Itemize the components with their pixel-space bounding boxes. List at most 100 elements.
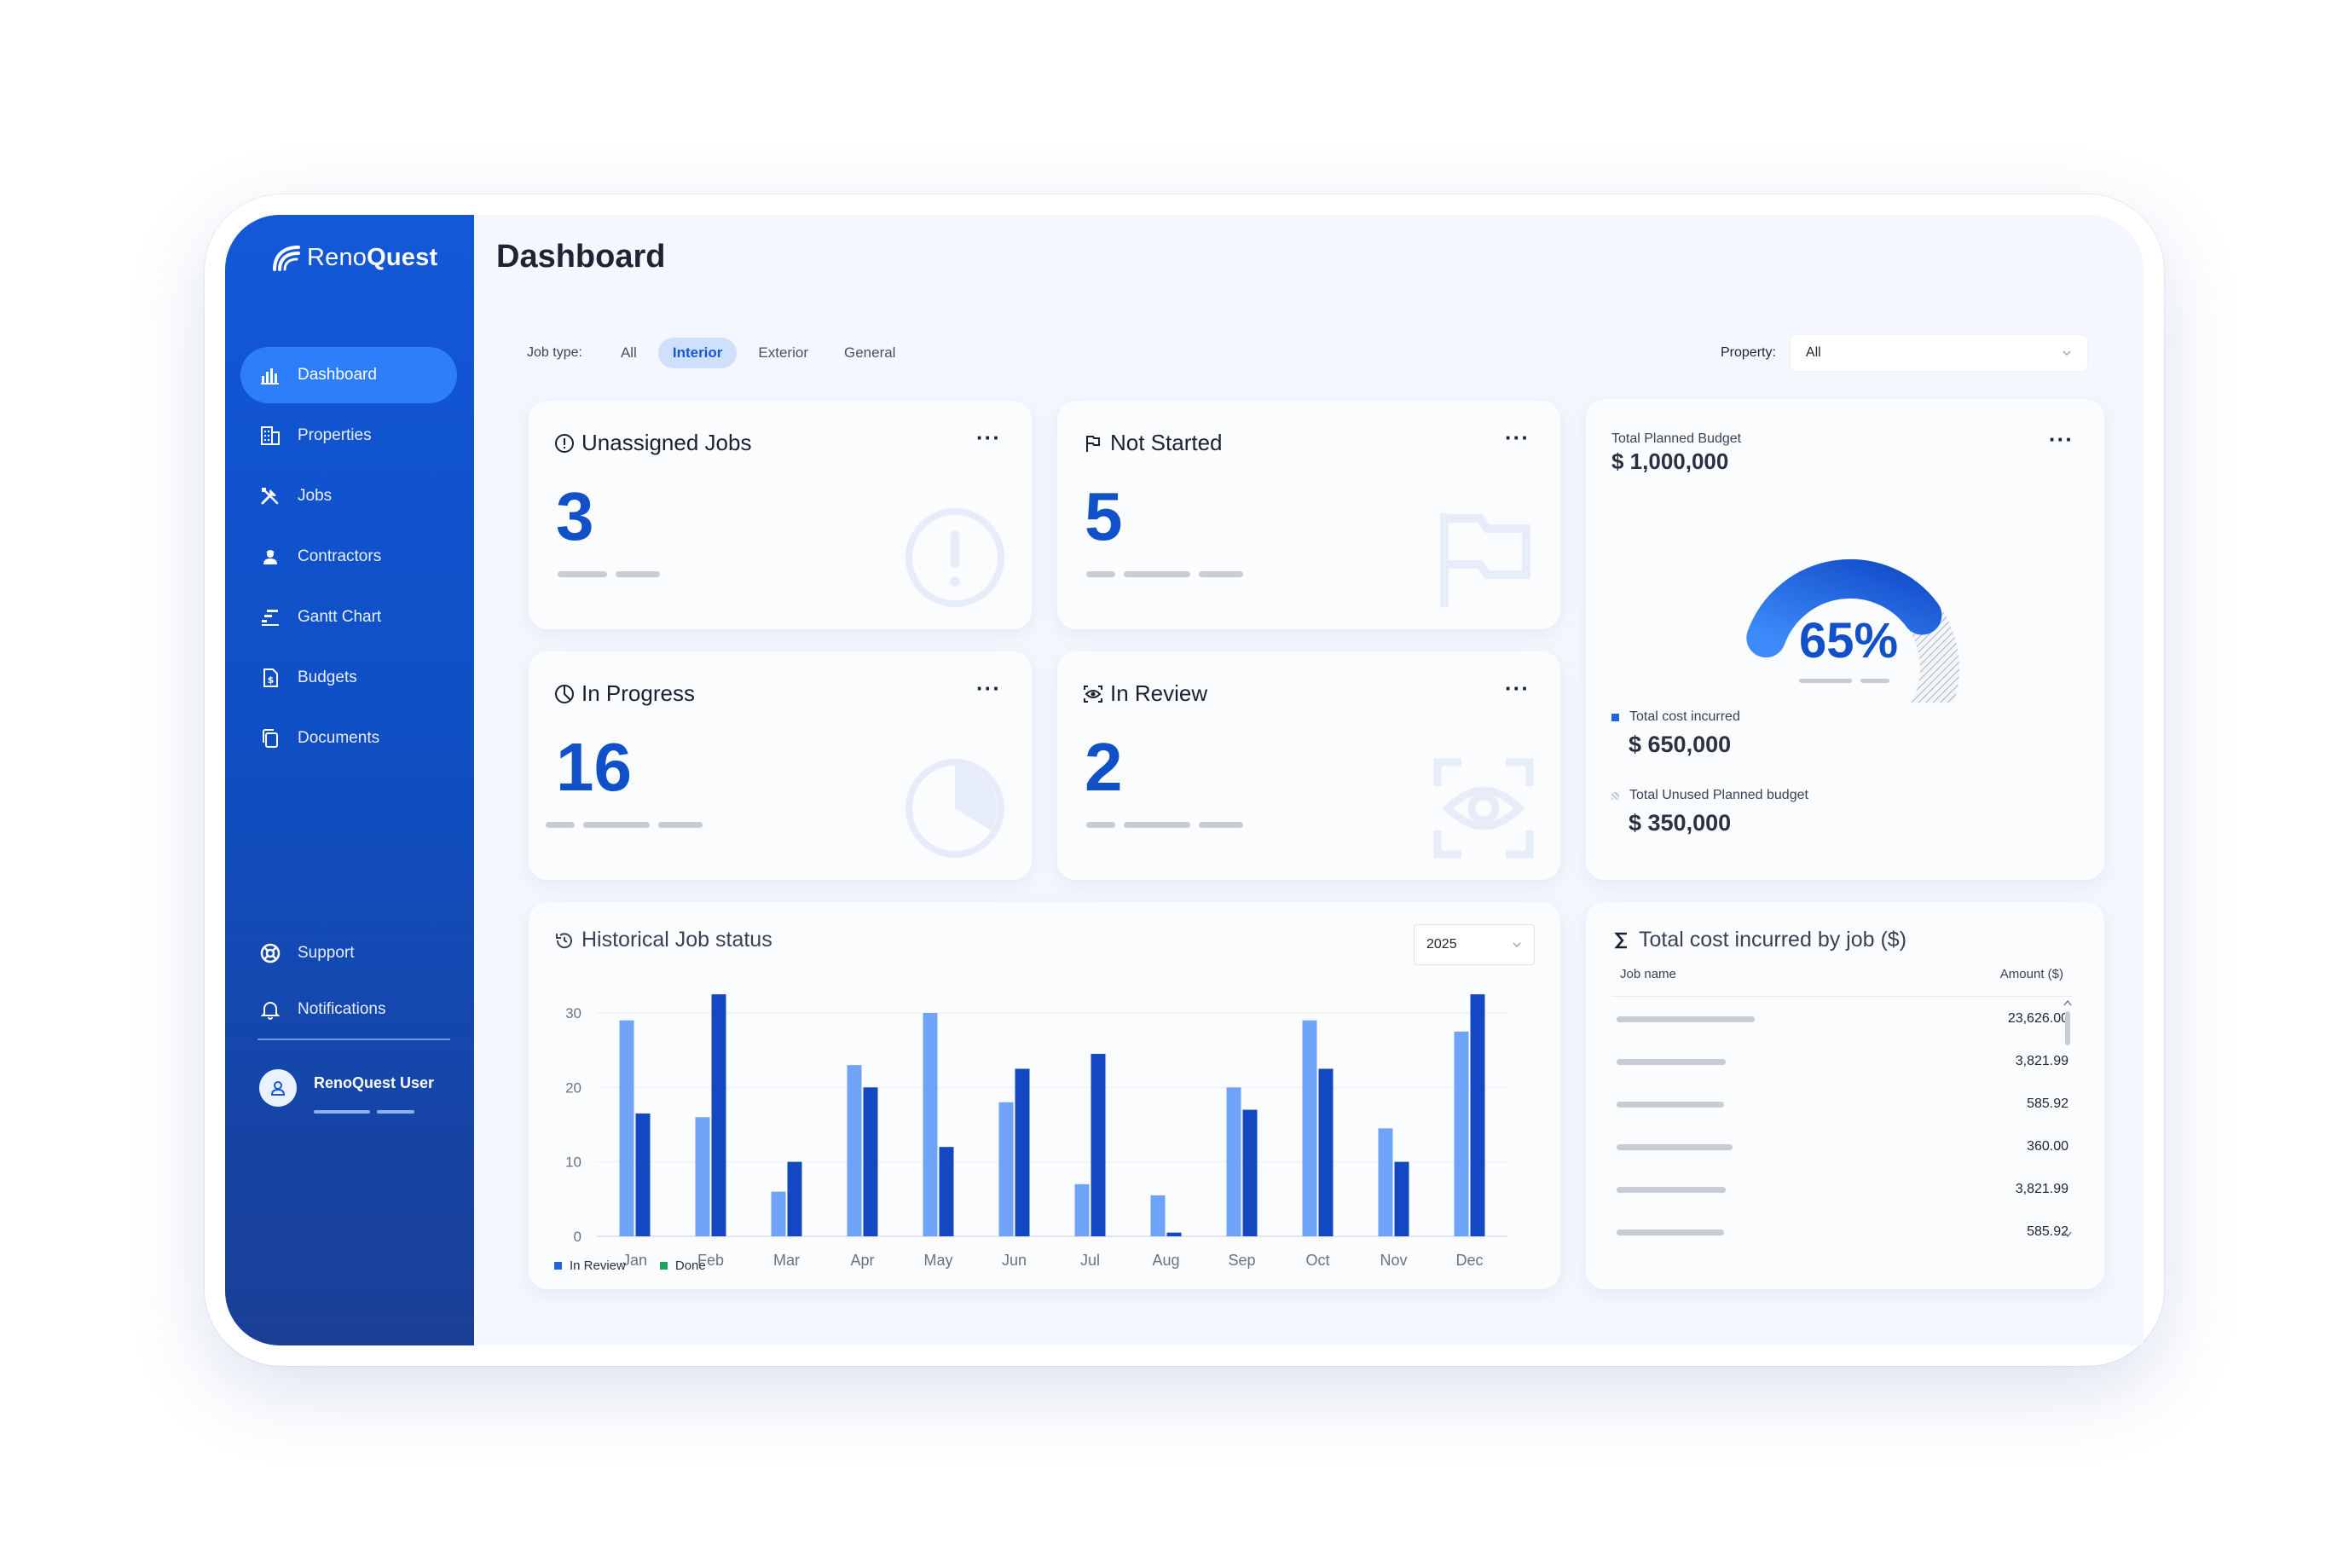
bar-in-review bbox=[1226, 1087, 1241, 1236]
bar-in-review bbox=[923, 1013, 938, 1236]
table-row[interactable]: 585.92 bbox=[1617, 1219, 2068, 1245]
card-menu-button[interactable]: ··· bbox=[976, 425, 1001, 451]
user-profile[interactable]: RenoQuest User bbox=[259, 1069, 434, 1118]
card-title: In Progress bbox=[554, 680, 695, 707]
column-job-name: Job name bbox=[1620, 967, 1676, 981]
sidebar-item-properties[interactable]: Properties bbox=[240, 408, 457, 464]
sidebar-item-gantt-chart[interactable]: Gantt Chart bbox=[240, 589, 457, 645]
bar-chart-icon bbox=[259, 364, 281, 386]
bar-in-review bbox=[619, 1020, 634, 1236]
card-menu-button[interactable]: ··· bbox=[976, 675, 1001, 702]
x-tick-label: Jul bbox=[1080, 1252, 1100, 1269]
x-tick-label: Dec bbox=[1455, 1252, 1483, 1269]
contractor-icon bbox=[259, 546, 281, 568]
brand-logo[interactable]: RenoQuest bbox=[268, 239, 437, 276]
stat-placeholder bbox=[1086, 822, 1252, 828]
sidebar-bottom-nav: Support Notifications bbox=[240, 926, 457, 1039]
table-row[interactable]: 360.00 bbox=[1617, 1134, 2068, 1160]
x-tick-label: May bbox=[923, 1252, 952, 1269]
card-menu-button[interactable]: ··· bbox=[1505, 675, 1530, 702]
table-row[interactable]: 585.92 bbox=[1617, 1091, 2068, 1117]
legend-unused-budget: Total Unused Planned budget bbox=[1611, 788, 1808, 803]
budget-label: Total Planned Budget bbox=[1611, 431, 1742, 446]
sidebar: RenoQuest Dashboard Properties Jobs Cont… bbox=[225, 215, 474, 1345]
x-tick-label: Nov bbox=[1380, 1252, 1407, 1269]
x-tick-label: Aug bbox=[1152, 1252, 1179, 1269]
sidebar-item-notifications[interactable]: Notifications bbox=[240, 982, 457, 1037]
sidebar-nav: Dashboard Properties Jobs Contractors Ga… bbox=[240, 347, 457, 771]
y-tick-label: 30 bbox=[565, 1005, 581, 1021]
chip-exterior[interactable]: Exterior bbox=[743, 338, 823, 368]
bar-done bbox=[635, 1113, 651, 1236]
flag-icon bbox=[1086, 435, 1100, 452]
cost-incurred-value: $ 650,000 bbox=[1629, 732, 1732, 757]
bar-done bbox=[1242, 1109, 1258, 1236]
card-planned-budget: Total Planned Budget $ 1,000,000 ··· 65%… bbox=[1586, 399, 2104, 880]
table-header: Job name Amount ($) bbox=[1620, 967, 2063, 981]
sidebar-item-budgets[interactable]: $ Budgets bbox=[240, 650, 457, 706]
sidebar-item-support[interactable]: Support bbox=[240, 926, 457, 981]
user-name: RenoQuest User bbox=[314, 1074, 435, 1091]
flag-icon bbox=[1440, 513, 1530, 607]
job-name-placeholder bbox=[1617, 1229, 1724, 1235]
bell-icon bbox=[259, 998, 281, 1021]
chart-legend: In Review Done bbox=[554, 1258, 740, 1273]
x-tick-label: Mar bbox=[773, 1252, 800, 1269]
card-in-review: In Review ··· 2 bbox=[1057, 651, 1560, 880]
bar-in-review bbox=[1302, 1020, 1317, 1236]
budget-value: $ 1,000,000 bbox=[1611, 448, 1729, 474]
progress-clock-icon bbox=[555, 684, 574, 703]
property-label: Property: bbox=[1721, 345, 1776, 360]
svg-text:$: $ bbox=[268, 674, 275, 686]
bar-in-review bbox=[998, 1102, 1014, 1236]
table-row[interactable]: 23,626.00 bbox=[1617, 1006, 2068, 1032]
y-tick-label: 0 bbox=[574, 1229, 581, 1245]
table-row[interactable]: 3,821.99 bbox=[1617, 1177, 2068, 1202]
scrollbar-thumb[interactable] bbox=[2065, 1011, 2070, 1045]
card-title: Not Started bbox=[1083, 430, 1223, 456]
budget-gauge bbox=[1746, 558, 1959, 703]
user-icon bbox=[270, 1081, 286, 1096]
property-select[interactable]: All bbox=[1789, 334, 2088, 372]
bar-in-review bbox=[1378, 1128, 1393, 1236]
card-historical-job-status: Historical Job status 2025 0 10 20 30 Jan Feb… bbox=[529, 902, 1560, 1289]
sidebar-item-documents[interactable]: Documents bbox=[240, 710, 457, 767]
card-menu-button[interactable]: ··· bbox=[1505, 425, 1530, 451]
stat-value: 3 bbox=[556, 478, 594, 554]
legend-swatch bbox=[1611, 791, 1619, 800]
bar-in-review bbox=[1454, 1031, 1469, 1236]
sidebar-item-dashboard[interactable]: Dashboard bbox=[240, 347, 457, 403]
lifebuoy-icon bbox=[259, 942, 281, 964]
gantt-icon bbox=[259, 606, 281, 628]
sidebar-collapse-button[interactable] bbox=[452, 244, 476, 268]
scroll-up-icon bbox=[2063, 999, 2072, 1006]
sidebar-item-jobs[interactable]: Jobs bbox=[240, 468, 457, 524]
chip-all[interactable]: All bbox=[606, 338, 651, 368]
legend-swatch bbox=[659, 1262, 668, 1270]
legend-done: Done bbox=[659, 1258, 723, 1273]
sidebar-item-label: Notifications bbox=[298, 1000, 386, 1018]
job-name-placeholder bbox=[1617, 1058, 1726, 1065]
budget-doc-icon: $ bbox=[259, 667, 281, 689]
chip-general[interactable]: General bbox=[830, 338, 910, 368]
sidebar-item-contractors[interactable]: Contractors bbox=[240, 529, 457, 585]
table-scrollbar[interactable] bbox=[2062, 999, 2074, 1238]
table-row[interactable]: 3,821.99 bbox=[1617, 1049, 2068, 1074]
chip-interior[interactable]: Interior bbox=[657, 338, 738, 368]
amount-cell: 23,626.00 bbox=[2007, 1011, 2068, 1026]
x-tick-label: Jun bbox=[1002, 1252, 1027, 1269]
bar-done bbox=[1015, 1068, 1030, 1236]
chevron-down-icon bbox=[2063, 350, 2071, 356]
card-unassigned-jobs: Unassigned Jobs ··· 3 bbox=[529, 401, 1032, 629]
job-type-label: Job type: bbox=[527, 345, 582, 360]
stat-value: 16 bbox=[556, 729, 632, 805]
brand-name: RenoQuest bbox=[307, 243, 438, 271]
sidebar-item-label: Contractors bbox=[298, 547, 382, 565]
property-select-value: All bbox=[1805, 345, 1821, 360]
card-menu-button[interactable]: ··· bbox=[2049, 426, 2074, 453]
eye-scan-icon bbox=[1433, 758, 1534, 859]
bar-in-review bbox=[1150, 1195, 1166, 1236]
scroll-down-icon bbox=[2063, 1231, 2072, 1238]
job-name-placeholder bbox=[1617, 1143, 1733, 1150]
bar-done bbox=[711, 994, 726, 1236]
